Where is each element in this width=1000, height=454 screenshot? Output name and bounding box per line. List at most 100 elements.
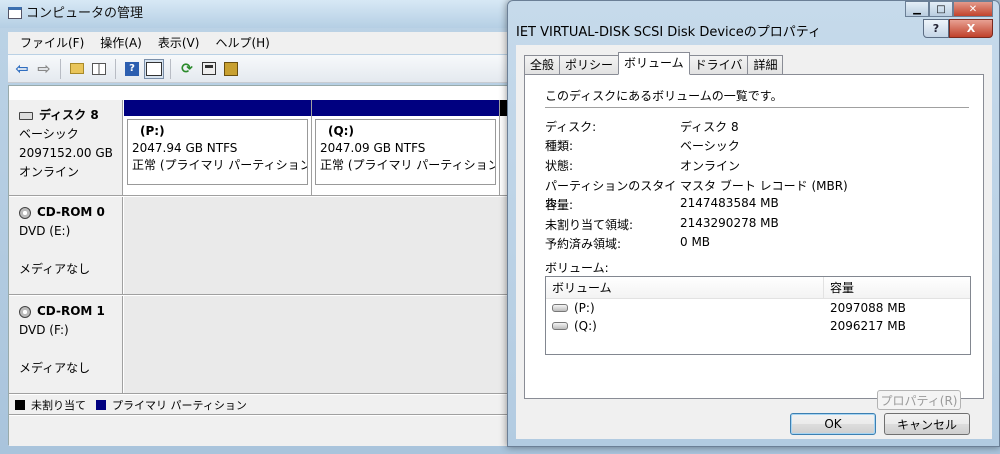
disk-status: メディアなし (19, 361, 91, 375)
partition-status: 正常 (プライマリ パーティション) (320, 158, 496, 172)
menu-help[interactable]: ヘルプ(H) (207, 32, 277, 54)
hard-disk-icon (19, 111, 33, 120)
toolbar-separator (60, 58, 61, 79)
help-toolbar-button[interactable]: ? (122, 59, 142, 79)
field-label: ディスク: (545, 120, 597, 134)
properties-toolbar-button[interactable] (199, 59, 219, 79)
field-value: 2147483584 MB (680, 196, 779, 210)
volumes-list[interactable]: ボリューム 容量 (P:) 2097088 MB (Q:) 2096217 MB (545, 276, 971, 355)
field-unallocated-space: 未割り当て領域: 2143290278 MB (545, 216, 965, 236)
dialog-help-button[interactable]: ? (923, 19, 949, 38)
field-type: 種類: ベーシック (545, 137, 965, 157)
disk-row-cdrom0[interactable]: CD-ROM 0 DVD (E:) メディアなし (9, 197, 509, 295)
list-item[interactable]: (P:) 2097088 MB (546, 299, 970, 317)
field-reserved-space: 予約済み領域: 0 MB (545, 235, 965, 255)
column-header-volume[interactable]: ボリューム (546, 277, 824, 298)
field-value: 2143290278 MB (680, 216, 779, 230)
partition-size: 2047.94 GB NTFS (132, 141, 238, 155)
column-header-capacity[interactable]: 容量 (824, 277, 854, 299)
show-action-pane-button[interactable] (144, 58, 164, 79)
maximize-button[interactable]: □ (929, 1, 953, 17)
tab-general[interactable]: 全般 (524, 55, 561, 75)
frame-close-button[interactable]: ✕ (953, 1, 993, 17)
volume-properties-button[interactable]: プロパティ(R) (877, 390, 961, 410)
disk-graphical-view: ディスク 8 ベーシック 2097152.00 GB オンライン (P:) 20… (8, 85, 509, 446)
partition-status: 正常 (プライマリ パーティション) (132, 158, 308, 172)
computer-management-icon (8, 7, 22, 19)
ok-button[interactable]: OK (790, 413, 876, 435)
legend-label-unallocated: 未割り当て (31, 398, 86, 412)
volumes-description: このディスクにあるボリュームの一覧です。 (545, 89, 783, 103)
field-value: マスタ ブート レコード (MBR) (680, 179, 848, 193)
close-icon: X (966, 22, 976, 35)
field-value: ディスク 8 (680, 120, 739, 134)
cancel-button[interactable]: キャンセル (884, 413, 970, 435)
volume-cell: (Q:) (546, 319, 824, 333)
tab-policies[interactable]: ポリシー (559, 55, 620, 75)
partition-body: (Q:) 2047.09 GB NTFS 正常 (プライマリ パーティション) (315, 119, 496, 185)
dialog-close-button[interactable]: X (949, 19, 993, 38)
forward-button[interactable]: ⇨ (34, 59, 54, 79)
maximize-icon: □ (936, 3, 946, 15)
menu-bar: ファイル(F) 操作(A) 表示(V) ヘルプ(H) (8, 32, 508, 54)
dialog-title-controls: ? X (923, 19, 993, 38)
partition-p[interactable]: (P:) 2047.94 GB NTFS 正常 (プライマリ パーティション) (124, 100, 312, 195)
disk-label[interactable]: ディスク 8 ベーシック 2097152.00 GB オンライン (9, 100, 123, 195)
disk-row-cdrom1[interactable]: CD-ROM 1 DVD (F:) メディアなし (9, 296, 509, 394)
forward-arrow-icon: ⇨ (37, 59, 51, 78)
partition-name: (Q:) (328, 124, 354, 138)
menu-view[interactable]: 表示(V) (150, 32, 208, 54)
show-hide-tree-button[interactable] (89, 59, 109, 79)
back-arrow-icon: ⇦ (15, 59, 29, 78)
console-tree-icon (92, 62, 106, 75)
disk-status: オンライン (19, 165, 80, 179)
volumes-list-header: ボリューム 容量 (546, 277, 970, 299)
list-item[interactable]: (Q:) 2096217 MB (546, 317, 970, 335)
disk-label[interactable]: CD-ROM 1 DVD (F:) メディアなし (9, 296, 123, 393)
minimize-button[interactable]: ▁ (905, 1, 929, 17)
toolbar-separator (170, 58, 171, 79)
toolbar-separator (115, 58, 116, 79)
tab-details[interactable]: 詳細 (747, 55, 784, 75)
field-label: 未割り当て領域: (545, 218, 634, 232)
back-button[interactable]: ⇦ (12, 59, 32, 79)
tab-strip: 全般 ポリシー ボリューム ドライバ 詳細 (524, 52, 784, 75)
dialog-title: IET VIRTUAL-DISK SCSI Disk Deviceのプロパティ (516, 25, 822, 40)
field-value: 0 MB (680, 235, 711, 249)
menu-action[interactable]: 操作(A) (92, 32, 150, 54)
disk-row-disk8[interactable]: ディスク 8 ベーシック 2097152.00 GB オンライン (P:) 20… (9, 100, 509, 196)
cd-rom-icon (19, 206, 31, 219)
field-label: 容量: (545, 198, 574, 212)
up-folder-button[interactable] (67, 59, 87, 79)
disk-type: DVD (E:) (19, 224, 71, 238)
main-titlebar: コンピュータの管理 (0, 0, 520, 28)
menu-file[interactable]: ファイル(F) (12, 32, 92, 54)
legend-swatch-primary (96, 399, 106, 410)
divider (545, 107, 969, 108)
tab-driver[interactable]: ドライバ (688, 55, 749, 75)
disk-size: 2097152.00 GB (19, 146, 113, 160)
tab-volumes[interactable]: ボリューム (618, 52, 690, 75)
disk-label[interactable]: CD-ROM 0 DVD (E:) メディアなし (9, 197, 123, 294)
partition-stripe (312, 100, 499, 116)
partition-q[interactable]: (Q:) 2047.09 GB NTFS 正常 (プライマリ パーティション) (312, 100, 500, 195)
disk-name-row: CD-ROM 0 (19, 203, 122, 222)
disk-type: DVD (F:) (19, 323, 69, 337)
field-capacity: 容量: 2147483584 MB (545, 196, 965, 216)
empty-media-area (124, 296, 509, 393)
disk-name-row: ディスク 8 (19, 106, 122, 125)
field-value: オンライン (680, 159, 741, 173)
volume-capacity: 2097088 MB (830, 301, 906, 315)
disk-name: ディスク 8 (39, 108, 99, 122)
refresh-button[interactable]: ⟳ (177, 59, 197, 79)
disk-name-row: CD-ROM 1 (19, 302, 122, 321)
empty-media-area (124, 197, 509, 294)
field-label: 種類: (545, 139, 574, 153)
partition-legend: 未割り当て プライマリ パーティション (9, 395, 509, 415)
refresh-icon: ⟳ (181, 60, 193, 77)
wizard-button[interactable] (221, 59, 241, 79)
field-value: ベーシック (680, 139, 740, 153)
minimize-icon: ▁ (913, 3, 921, 15)
